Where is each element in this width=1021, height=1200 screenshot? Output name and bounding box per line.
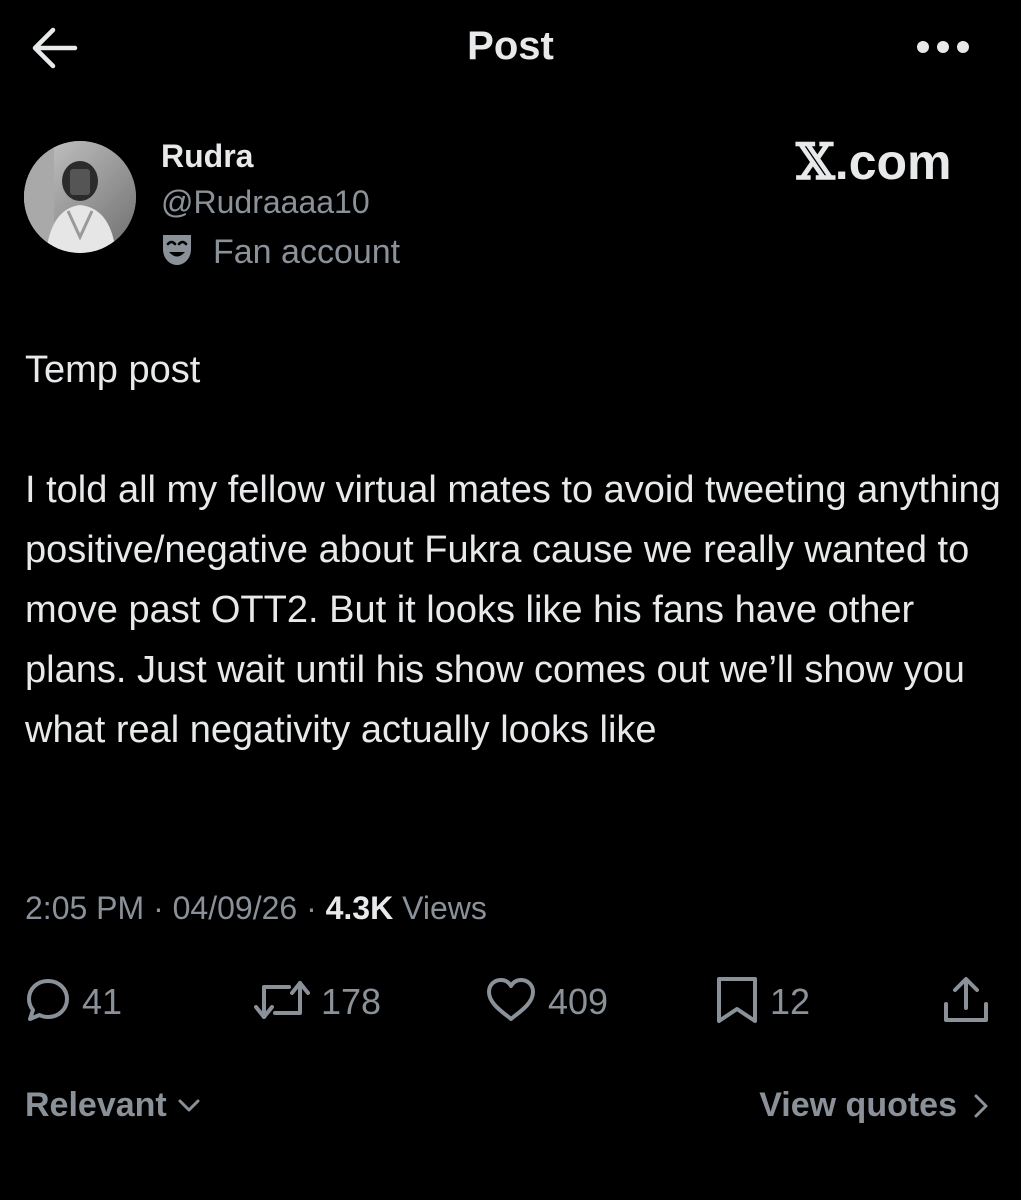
author-display-name[interactable]: Rudra	[161, 138, 253, 175]
post-meta: 2:05 PM · 04/09/26 · 4.3K Views	[25, 890, 487, 927]
reply-button[interactable]: 41	[24, 970, 122, 1034]
reply-icon	[24, 976, 72, 1029]
chevron-right-icon	[973, 1093, 989, 1119]
bookmark-count: 12	[770, 981, 811, 1022]
meta-separator: ·	[297, 890, 326, 926]
view-quotes-label: View quotes	[759, 1086, 957, 1124]
heart-icon	[484, 976, 538, 1029]
post-date: 04/09/26	[172, 890, 298, 926]
avatar[interactable]	[24, 141, 136, 253]
watermark-domain: .com	[834, 134, 952, 190]
share-button[interactable]	[940, 970, 992, 1034]
account-label-text: Fan account	[213, 232, 401, 271]
sort-replies-dropdown[interactable]: Relevant	[25, 1086, 201, 1125]
replies-toolbar: Relevant View quotes	[0, 1080, 1021, 1140]
more-options-button[interactable]	[908, 26, 978, 72]
like-button[interactable]: 409	[484, 970, 608, 1034]
post-time: 2:05 PM	[25, 890, 145, 926]
account-label[interactable]: Fan account	[161, 232, 400, 272]
post-paragraph: Temp post	[25, 349, 201, 391]
x-com-watermark: 𝕏.com	[796, 132, 986, 191]
repost-count: 178	[321, 981, 382, 1022]
more-horizontal-icon	[916, 40, 970, 59]
x-logo: 𝕏	[796, 132, 835, 191]
bookmark-icon	[714, 975, 760, 1030]
reply-count: 41	[82, 981, 123, 1022]
meta-separator: ·	[144, 890, 173, 926]
like-count: 409	[548, 981, 609, 1022]
post-text: Temp post I told all my fellow virtual m…	[25, 340, 1005, 760]
post-paragraph: I told all my fellow virtual mates to av…	[25, 469, 1001, 751]
author-handle[interactable]: @Rudraaaa10	[161, 184, 370, 221]
page-title: Post	[467, 24, 554, 68]
repost-button[interactable]: 178	[253, 970, 381, 1034]
action-bar: 41 178 409 12	[0, 970, 1021, 1034]
views-label[interactable]: Views	[393, 890, 487, 926]
repost-icon	[253, 977, 311, 1028]
share-icon	[940, 974, 992, 1031]
bookmark-button[interactable]: 12	[714, 970, 810, 1034]
views-count[interactable]: 4.3K	[326, 890, 394, 926]
chevron-down-icon	[177, 1098, 201, 1114]
sort-label: Relevant	[25, 1086, 167, 1124]
view-quotes-link[interactable]: View quotes	[759, 1086, 989, 1125]
theater-mask-icon	[161, 233, 193, 272]
top-bar: Post	[0, 0, 1021, 96]
